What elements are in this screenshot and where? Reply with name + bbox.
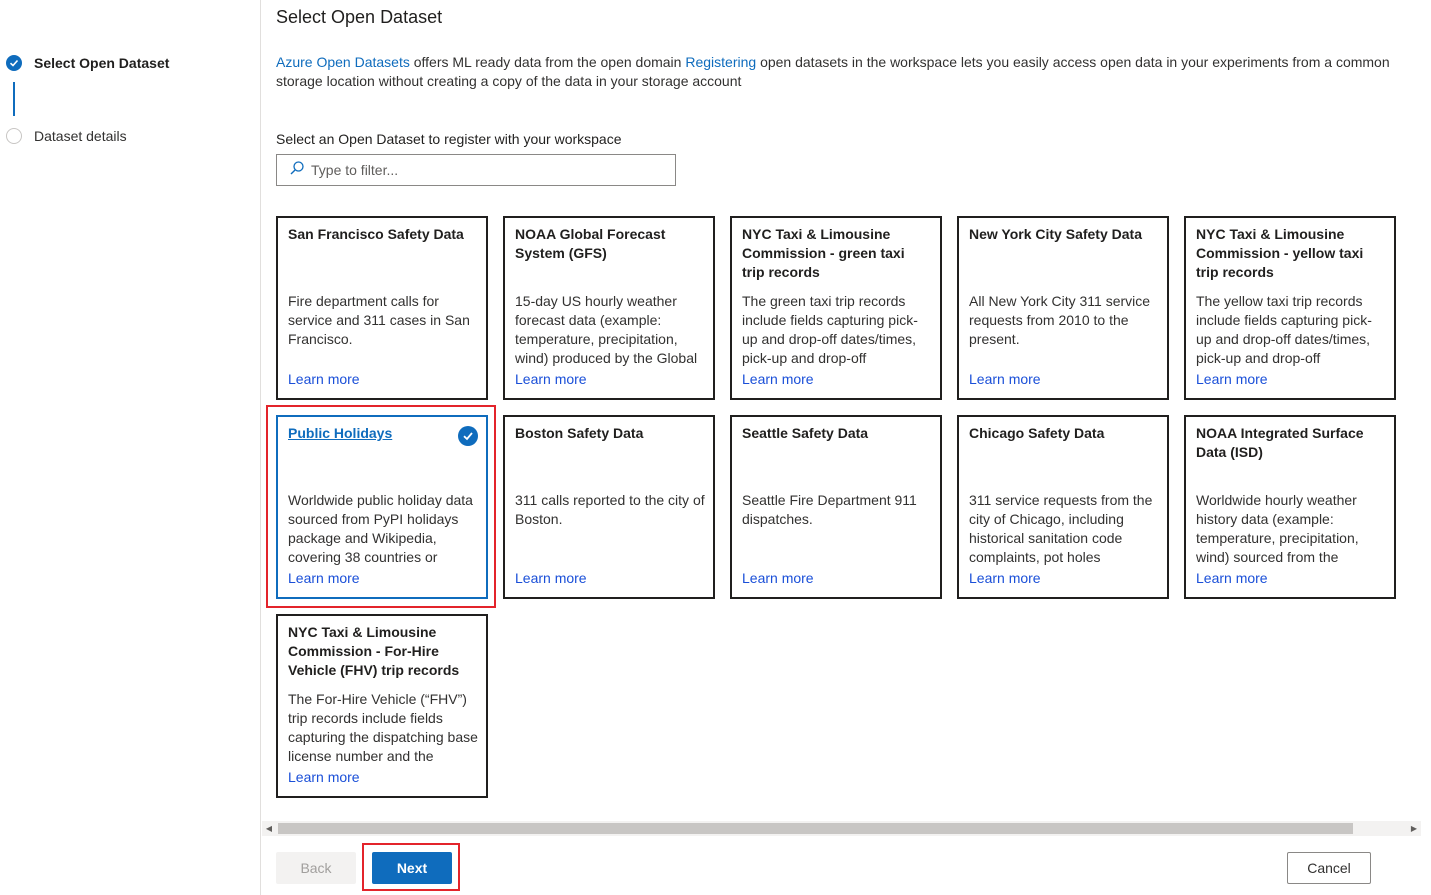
checkmark-icon xyxy=(6,55,22,71)
learn-more-link[interactable]: Learn more xyxy=(515,371,587,387)
learn-more-link[interactable]: Learn more xyxy=(288,769,360,785)
step-label: Select Open Dataset xyxy=(34,55,170,71)
dataset-card-new-york-city-safety[interactable]: New York City Safety Data All New York C… xyxy=(957,216,1169,400)
card-description: Seattle Fire Department 911 dispatches. xyxy=(742,492,917,527)
dataset-card-noaa-gfs[interactable]: NOAA Global Forecast System (GFS) 15-day… xyxy=(503,216,715,400)
dataset-card-san-francisco-safety[interactable]: San Francisco Safety Data Fire departmen… xyxy=(276,216,488,400)
learn-more-link[interactable]: Learn more xyxy=(1196,371,1268,387)
step-select-open-dataset[interactable]: Select Open Dataset xyxy=(6,55,169,71)
filter-box[interactable] xyxy=(276,154,676,186)
card-title: NYC Taxi & Limousine Commission - For-Hi… xyxy=(288,624,460,678)
scroll-right-arrow-icon[interactable]: ▶ xyxy=(1407,821,1421,836)
highlight-box-selected-card xyxy=(266,405,496,608)
dataset-card-seattle-safety[interactable]: Seattle Safety Data Seattle Fire Departm… xyxy=(730,415,942,599)
card-title: Seattle Safety Data xyxy=(742,425,869,441)
scrollbar-thumb[interactable] xyxy=(278,823,1353,834)
card-title: Boston Safety Data xyxy=(515,425,644,441)
card-title: NYC Taxi & Limousine Commission - green … xyxy=(742,226,905,280)
dataset-card-boston-safety[interactable]: Boston Safety Data 311 calls reported to… xyxy=(503,415,715,599)
learn-more-link[interactable]: Learn more xyxy=(969,371,1041,387)
card-description: 311 calls reported to the city of Boston… xyxy=(515,492,705,527)
card-description: 311 service requests from the city of Ch… xyxy=(969,492,1153,565)
scroll-left-arrow-icon[interactable]: ◀ xyxy=(262,821,276,836)
dataset-card-noaa-isd[interactable]: NOAA Integrated Surface Data (ISD) World… xyxy=(1184,415,1396,599)
horizontal-scrollbar[interactable]: ◀ ▶ xyxy=(262,821,1421,836)
card-description: Fire department calls for service and 31… xyxy=(288,293,470,347)
filter-label: Select an Open Dataset to register with … xyxy=(276,131,622,147)
learn-more-link[interactable]: Learn more xyxy=(742,570,814,586)
intro-text-part: offers ML ready data from the open domai… xyxy=(409,54,686,70)
card-title: Chicago Safety Data xyxy=(969,425,1105,441)
dataset-card-nyc-green-taxi[interactable]: NYC Taxi & Limousine Commission - green … xyxy=(730,216,942,400)
card-title: San Francisco Safety Data xyxy=(288,226,464,242)
learn-more-link[interactable]: Learn more xyxy=(288,371,360,387)
cancel-button[interactable]: Cancel xyxy=(1287,852,1371,884)
step-connector xyxy=(13,82,15,116)
card-title: New York City Safety Data xyxy=(969,226,1142,242)
intro-text: Azure Open Datasets offers ML ready data… xyxy=(276,53,1396,91)
page-title: Select Open Dataset xyxy=(276,7,443,27)
card-description: The green taxi trip records include fiel… xyxy=(742,293,918,366)
learn-more-link[interactable]: Learn more xyxy=(515,570,587,586)
learn-more-link[interactable]: Learn more xyxy=(969,570,1041,586)
dataset-card-chicago-safety[interactable]: Chicago Safety Data 311 service requests… xyxy=(957,415,1169,599)
card-title: NOAA Global Forecast System (GFS) xyxy=(515,226,666,261)
card-title: NYC Taxi & Limousine Commission - yellow… xyxy=(1196,226,1364,280)
empty-circle-icon xyxy=(6,128,22,144)
back-button[interactable]: Back xyxy=(276,852,356,884)
card-description: 15-day US hourly weather forecast data (… xyxy=(515,293,698,366)
next-button[interactable]: Next xyxy=(372,852,452,884)
dataset-card-nyc-fhv[interactable]: NYC Taxi & Limousine Commission - For-Hi… xyxy=(276,614,488,798)
step-dataset-details[interactable]: Dataset details xyxy=(6,128,127,144)
filter-input[interactable] xyxy=(311,162,671,178)
dataset-card-nyc-yellow-taxi[interactable]: NYC Taxi & Limousine Commission - yellow… xyxy=(1184,216,1396,400)
learn-more-link[interactable]: Learn more xyxy=(742,371,814,387)
card-description: Worldwide hourly weather history data (e… xyxy=(1196,492,1359,565)
card-title: NOAA Integrated Surface Data (ISD) xyxy=(1196,425,1364,460)
card-description: All New York City 311 service requests f… xyxy=(969,293,1151,347)
registering-link[interactable]: Registering xyxy=(685,54,756,70)
search-icon xyxy=(289,160,305,181)
wizard-stepper: Select Open Dataset Dataset details xyxy=(0,0,261,895)
card-description: The For-Hire Vehicle (“FHV”) trip record… xyxy=(288,691,478,764)
card-description: The yellow taxi trip records include fie… xyxy=(1196,293,1372,366)
azure-open-datasets-link[interactable]: Azure Open Datasets xyxy=(276,54,410,70)
step-label: Dataset details xyxy=(34,128,127,144)
learn-more-link[interactable]: Learn more xyxy=(1196,570,1268,586)
